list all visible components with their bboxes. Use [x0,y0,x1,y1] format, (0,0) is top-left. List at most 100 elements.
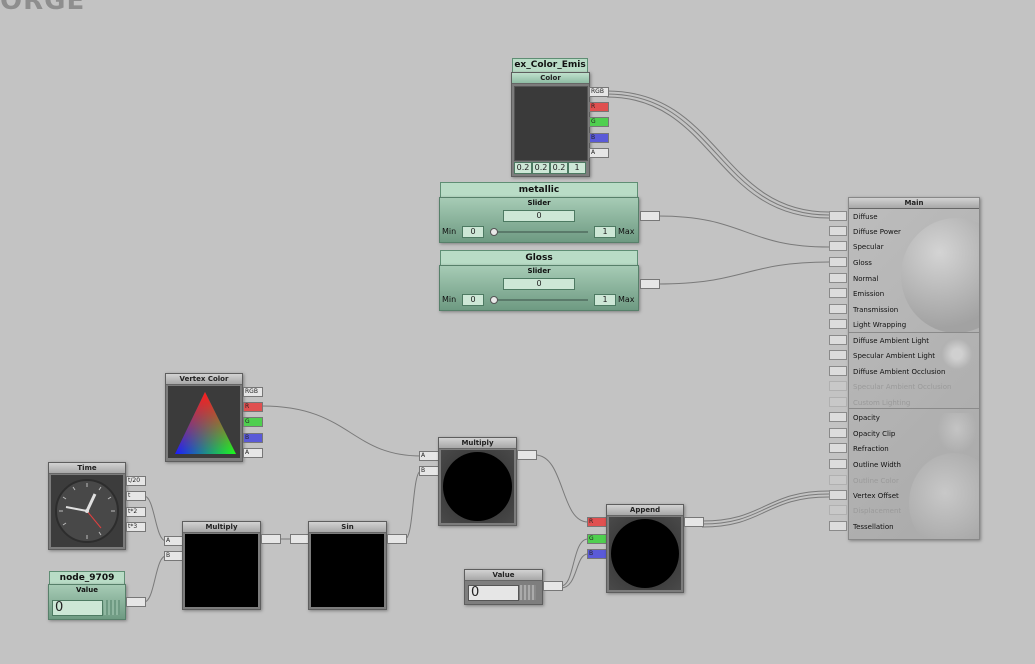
sin-preview [311,534,384,607]
color-swatch[interactable] [514,86,588,161]
main-input-port-specular-ambient-light[interactable] [829,350,847,360]
main-input-port-normal[interactable] [829,273,847,283]
append-output[interactable] [684,517,704,527]
main-input-port-outline-width[interactable] [829,459,847,469]
vertex-color-output-b[interactable]: B [243,433,263,443]
color-value-r[interactable]: 0.2 [514,162,532,174]
time-header: Time [49,463,125,474]
sin-node[interactable]: Sin [308,521,387,610]
main-input-port-diffuse-power[interactable] [829,226,847,236]
vertex-color-output-g[interactable]: G [243,417,263,427]
main-input-port-diffuse-ambient-light[interactable] [829,335,847,345]
time-output-t2[interactable]: t*2 [126,507,146,517]
time-output-t[interactable]: t [126,491,146,501]
time-output-t3[interactable]: t*3 [126,522,146,532]
metallic-node-title[interactable]: metallic [440,182,638,198]
multiply1-input-b[interactable]: B [164,551,184,561]
metallic-max-label: Max [618,227,635,236]
vertex-color-output-r[interactable]: R [243,402,263,412]
gloss-value[interactable]: 0 [503,278,575,290]
sin-output[interactable] [387,534,407,544]
main-input-port-opacity-clip[interactable] [829,428,847,438]
vertex-color-preview [168,386,240,458]
value-node-2-input[interactable]: 0 [468,585,519,601]
vertex-color-output-a[interactable]: A [243,448,263,458]
value-node-9709[interactable]: Value 0 [48,584,126,620]
multiply1-input-a[interactable]: A [164,536,184,546]
gloss-max[interactable]: 1 [594,294,616,306]
gloss-slider-handle[interactable] [490,296,498,304]
color-node-title[interactable]: ex_Color_Emis [512,58,588,73]
main-input-label-specular-ambient-occlusion: Specular Ambient Occlusion [853,383,952,391]
main-input-port-diffuse-ambient-occlusion[interactable] [829,366,847,376]
main-node[interactable]: Main Diffuse Diffuse Power Specular Gloss No… [848,197,980,540]
gloss-slider-track[interactable] [492,299,588,301]
main-input-port-outline-color [829,475,847,485]
append-input-b[interactable]: B [587,549,607,559]
color-value-g[interactable]: 0.2 [532,162,550,174]
vertex-color-output-rgb[interactable]: RGB [243,387,263,397]
main-input-port-diffuse[interactable] [829,211,847,221]
main-input-port-emission[interactable] [829,288,847,298]
vertex-color-header: Vertex Color [166,374,242,385]
sin-input[interactable] [290,534,310,544]
metallic-value[interactable]: 0 [503,210,575,222]
multiply2-input-b[interactable]: B [419,466,439,476]
value-node-2-output[interactable] [543,581,563,591]
main-input-port-displacement [829,505,847,515]
append-input-g[interactable]: G [587,534,607,544]
main-input-port-custom-lighting [829,397,847,407]
main-input-port-tessellation[interactable] [829,521,847,531]
value-node-9709-input[interactable]: 0 [52,600,103,616]
metallic-slider-handle[interactable] [490,228,498,236]
main-preview-sphere-2 [909,453,979,539]
main-input-port-light-wrapping[interactable] [829,319,847,329]
main-input-label-specular-ambient-light: Specular Ambient Light [853,352,935,360]
metallic-slider-node[interactable]: Slider 0 Min 0 1 Max [439,197,639,243]
color-value-a[interactable]: 1 [568,162,586,174]
append-sphere [611,519,679,588]
multiply1-output[interactable] [261,534,281,544]
metallic-max[interactable]: 1 [594,226,616,238]
main-input-port-refraction[interactable] [829,443,847,453]
gloss-slider-node[interactable]: Slider 0 Min 0 1 Max [439,265,639,311]
main-input-port-vertex-offset[interactable] [829,490,847,500]
value-node-2-header: Value [465,570,542,581]
value-node-9709-output[interactable] [126,597,146,607]
main-input-port-transmission[interactable] [829,304,847,314]
gloss-min[interactable]: 0 [462,294,484,306]
color-output-b[interactable]: B [589,133,609,143]
main-input-label-outline-width: Outline Width [853,461,901,469]
time-node[interactable]: Time [48,462,126,550]
multiply2-sphere [443,452,512,521]
time-output-t20[interactable]: t/20 [126,476,146,486]
value-node-9709-title[interactable]: node_9709 [49,571,125,585]
metallic-min-label: Min [442,227,457,236]
color-output-rgb[interactable]: RGB [589,87,609,97]
append-node[interactable]: Append [606,504,684,593]
drag-handle-icon[interactable] [520,585,536,600]
metallic-output[interactable] [640,211,660,221]
value-node-2[interactable]: Value 0 [464,569,543,605]
main-input-label-diffuse-power: Diffuse Power [853,228,901,236]
multiply-node-1[interactable]: Multiply [182,521,261,610]
main-input-port-gloss[interactable] [829,257,847,267]
metallic-min[interactable]: 0 [462,226,484,238]
multiply2-input-a[interactable]: A [419,451,439,461]
color-output-r[interactable]: R [589,102,609,112]
main-input-port-specular[interactable] [829,241,847,251]
color-node[interactable]: Color 0.2 0.2 0.2 1 [511,72,590,177]
color-output-a[interactable]: A [589,148,609,158]
multiply-node-2[interactable]: Multiply [438,437,517,526]
gloss-node-title[interactable]: Gloss [440,250,638,266]
drag-handle-icon[interactable] [104,600,120,615]
gloss-output[interactable] [640,279,660,289]
main-input-port-opacity[interactable] [829,412,847,422]
wire-color-to-diffuse [606,90,830,213]
color-value-b[interactable]: 0.2 [550,162,568,174]
vertex-color-node[interactable]: Vertex Color [165,373,243,462]
append-input-r[interactable]: R [587,517,607,527]
color-output-g[interactable]: G [589,117,609,127]
multiply2-output[interactable] [517,450,537,460]
metallic-slider-track[interactable] [492,231,588,233]
